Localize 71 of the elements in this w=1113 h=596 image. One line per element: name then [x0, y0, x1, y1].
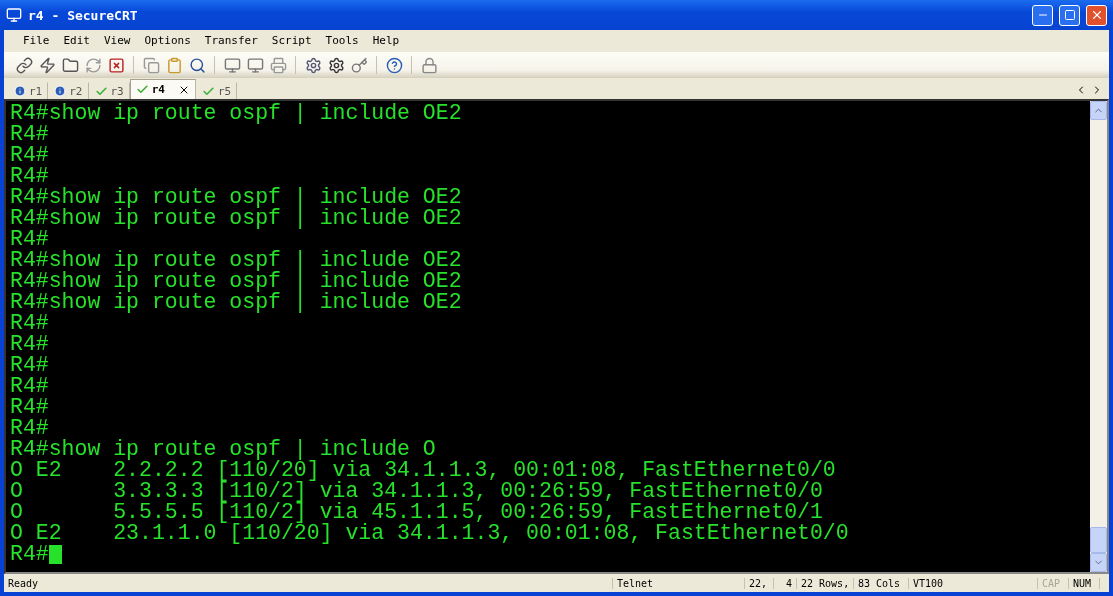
- settings-icon[interactable]: [303, 55, 323, 75]
- session-tab[interactable]: r4: [129, 79, 196, 99]
- scroll-thumb[interactable]: [1090, 527, 1107, 553]
- maximize-icon: [1063, 9, 1076, 21]
- status-row: 22,: [745, 577, 774, 589]
- terminal-screen[interactable]: [6, 101, 1090, 572]
- lock-icon[interactable]: [419, 55, 439, 75]
- window-title: r4 - SecureCRT: [28, 7, 139, 23]
- terminal-line: R4#: [10, 313, 49, 334]
- session-tab[interactable]: r5: [196, 82, 238, 99]
- minimize-button[interactable]: [1032, 4, 1053, 26]
- folder-icon[interactable]: [60, 55, 80, 75]
- info-icon: [14, 85, 26, 97]
- terminal-line: R4#: [10, 334, 49, 355]
- printer-icon[interactable]: [268, 55, 288, 75]
- link-icon[interactable]: [14, 55, 34, 75]
- terminal-line: R4#: [10, 166, 49, 187]
- disconnect-icon[interactable]: [106, 55, 126, 75]
- check-icon: [94, 84, 108, 98]
- check-icon: [202, 84, 215, 98]
- session-tab[interactable]: r3: [88, 82, 130, 99]
- caps-lock-indicator: CAP: [1038, 577, 1069, 589]
- status-cols: 83 Cols: [854, 577, 909, 589]
- terminal-line: R4#: [10, 145, 49, 166]
- monitor-icon[interactable]: [222, 55, 242, 75]
- lightning-icon[interactable]: [37, 55, 57, 75]
- terminal-line: R4#: [10, 376, 49, 397]
- menu-item[interactable]: Script: [264, 33, 319, 47]
- status-rows: 22 Rows,: [797, 577, 854, 589]
- key-icon[interactable]: [349, 55, 369, 75]
- monitor-icon[interactable]: [245, 55, 265, 75]
- terminal-line: R4#: [10, 124, 49, 145]
- num-lock-indicator: NUM: [1069, 577, 1100, 589]
- find-icon[interactable]: [187, 55, 207, 75]
- terminal-line: R4#show ip route ospf | include OE2: [10, 208, 462, 229]
- terminal-line: O 3.3.3.3 [110/2] via 34.1.1.3, 00:26:59, FastEthernet0/0: [10, 481, 823, 502]
- app-icon: [6, 7, 22, 23]
- terminal-line: R4#: [10, 355, 49, 376]
- terminal-line: R4#: [10, 544, 49, 565]
- menu-item[interactable]: Transfer: [197, 33, 265, 47]
- terminal-line: O E2 2.2.2.2 [110/20] via 34.1.1.3, 00:01:08, FastEthernet0/0: [10, 460, 836, 481]
- status-emulation: VT100: [909, 577, 1038, 589]
- menu-item[interactable]: File: [16, 33, 57, 47]
- status-column: 4: [774, 577, 797, 589]
- info-icon: [54, 85, 67, 97]
- terminal-line: R4#: [10, 397, 49, 418]
- status-message: Ready: [4, 577, 613, 589]
- terminal-line: R4#show ip route ospf | include OE2: [10, 292, 462, 313]
- menu-item[interactable]: Edit: [56, 33, 97, 47]
- close-button[interactable]: [1086, 4, 1107, 26]
- session-tab[interactable]: r2: [48, 82, 89, 99]
- check-icon: [135, 83, 149, 96]
- help-icon[interactable]: [384, 55, 404, 75]
- terminal-line: R4#: [10, 418, 49, 439]
- menu-item[interactable]: View: [97, 33, 138, 47]
- terminal-line: R4#show ip route ospf | include OE2: [10, 250, 462, 271]
- maximize-button[interactable]: [1059, 4, 1080, 26]
- terminal-line: R4#show ip route ospf | include OE2: [10, 187, 462, 208]
- terminal-line: O E2 23.1.1.0 [110/20] via 34.1.1.3, 00:01:08, FastEthernet0/0: [10, 523, 849, 544]
- terminal-line: R4#: [10, 229, 49, 250]
- terminal-line: O 5.5.5.5 [110/2] via 45.1.1.5, 00:26:59, FastEthernet0/1: [10, 502, 823, 523]
- terminal-line: R4#show ip route ospf | include OE2: [10, 103, 462, 124]
- terminal-line: R4#show ip route ospf | include O: [10, 439, 436, 460]
- status-protocol: Telnet: [613, 577, 745, 589]
- menu-item[interactable]: Help: [365, 33, 407, 47]
- menu-item[interactable]: Options: [137, 33, 198, 47]
- copy-icon[interactable]: [141, 55, 161, 75]
- terminal-line: R4#show ip route ospf | include OE2: [10, 271, 462, 292]
- menu-item[interactable]: Tools: [318, 33, 366, 47]
- session-tab[interactable]: r1: [8, 82, 49, 99]
- gear-icon[interactable]: [326, 55, 346, 75]
